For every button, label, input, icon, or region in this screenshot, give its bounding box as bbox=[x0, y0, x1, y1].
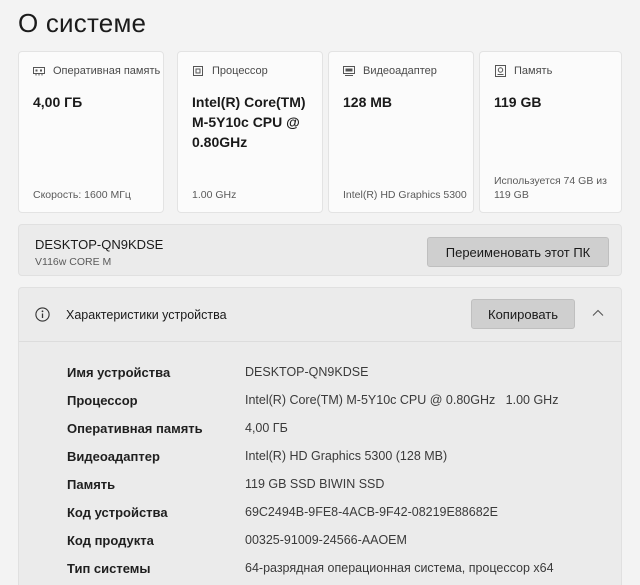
spec-row-product-id: Код продукта 00325-91009-24566-AAOEM bbox=[67, 528, 607, 556]
spec-value: 4,00 ГБ bbox=[245, 421, 288, 435]
page-title: О системе bbox=[18, 8, 147, 38]
card-value: 4,00 ГБ bbox=[33, 94, 83, 110]
spec-label: Тип системы bbox=[67, 561, 151, 576]
device-name: DESKTOP-QN9KDSE bbox=[35, 237, 164, 252]
card-foot: 1.00 GHz bbox=[192, 189, 237, 201]
summary-cards: Оперативная память 4,00 ГБ Скорость: 160… bbox=[18, 51, 622, 213]
card-display-adapter: Видеоадаптер 128 MB Intel(R) HD Graphics… bbox=[328, 51, 474, 213]
card-storage: Память 119 GB Используется 74 GB из 119 … bbox=[479, 51, 622, 213]
card-label: Память bbox=[514, 65, 553, 77]
card-ram: Оперативная память 4,00 ГБ Скорость: 160… bbox=[18, 51, 164, 213]
spec-value: 64-разрядная операционная система, проце… bbox=[245, 561, 554, 575]
display-adapter-icon bbox=[343, 65, 355, 77]
card-foot: Intel(R) HD Graphics 5300 bbox=[343, 189, 467, 201]
device-specs-panel: Характеристики устройства Копировать Имя… bbox=[18, 287, 622, 585]
card-processor: Процессор Intel(R) Core(TM) M-5Y10c CPU … bbox=[177, 51, 323, 213]
card-value: 128 MB bbox=[343, 94, 393, 110]
info-icon bbox=[35, 307, 50, 322]
spec-label: Код продукта bbox=[67, 533, 154, 548]
spec-row-ram: Оперативная память 4,00 ГБ bbox=[67, 416, 607, 444]
device-specs-title: Характеристики устройства bbox=[66, 308, 227, 322]
chevron-up-icon[interactable] bbox=[591, 306, 605, 320]
spec-label: Имя устройства bbox=[67, 365, 171, 380]
spec-label: Память bbox=[67, 477, 116, 492]
spec-value: 119 GB SSD BIWIN SSD bbox=[245, 477, 385, 491]
device-specs-header[interactable]: Характеристики устройства Копировать bbox=[19, 288, 621, 342]
spec-row-system-type: Тип системы 64-разрядная операционная си… bbox=[67, 556, 607, 584]
ram-icon bbox=[33, 65, 45, 77]
spec-label: Код устройства bbox=[67, 505, 168, 520]
processor-icon bbox=[192, 65, 204, 77]
spec-label: Процессор bbox=[67, 393, 138, 408]
copy-button[interactable]: Копировать bbox=[471, 299, 575, 329]
spec-value: DESKTOP-QN9KDSE bbox=[245, 365, 369, 379]
card-label: Процессор bbox=[212, 65, 268, 77]
device-model: V116w CORE M bbox=[35, 256, 112, 268]
card-value: Intel(R) Core(TM) M-5Y10c CPU @ 0.80GHz bbox=[192, 94, 306, 150]
spec-value: Intel(R) HD Graphics 5300 (128 MB) bbox=[245, 449, 448, 463]
device-name-bar: DESKTOP-QN9KDSE V116w CORE M Переименова… bbox=[18, 224, 622, 276]
device-specs-list: Имя устройства DESKTOP-QN9KDSE Процессор… bbox=[67, 360, 607, 584]
card-foot: Скорость: 1600 МГц bbox=[33, 189, 131, 201]
spec-value: Intel(R) Core(TM) M-5Y10c CPU @ 0.80GHz … bbox=[245, 393, 559, 407]
spec-value: 69C2494B-9FE8-4ACB-9F42-08219E88682E bbox=[245, 505, 498, 519]
spec-row-device-name: Имя устройства DESKTOP-QN9KDSE bbox=[67, 360, 607, 388]
spec-row-storage: Память 119 GB SSD BIWIN SSD bbox=[67, 472, 607, 500]
spec-row-device-id: Код устройства 69C2494B-9FE8-4ACB-9F42-0… bbox=[67, 500, 607, 528]
spec-label: Оперативная память bbox=[67, 421, 203, 436]
spec-label: Видеоадаптер bbox=[67, 449, 160, 464]
spec-value: 00325-91009-24566-AAOEM bbox=[245, 533, 407, 547]
spec-row-display-adapter: Видеоадаптер Intel(R) HD Graphics 5300 (… bbox=[67, 444, 607, 472]
card-label: Видеоадаптер bbox=[363, 65, 437, 77]
card-label: Оперативная память bbox=[53, 65, 161, 77]
spec-row-processor: Процессор Intel(R) Core(TM) M-5Y10c CPU … bbox=[67, 388, 607, 416]
card-foot: Используется 74 GB из 119 GB bbox=[494, 175, 607, 201]
rename-pc-button[interactable]: Переименовать этот ПК bbox=[427, 237, 609, 267]
card-value: 119 GB bbox=[494, 94, 542, 110]
storage-icon bbox=[494, 65, 506, 77]
